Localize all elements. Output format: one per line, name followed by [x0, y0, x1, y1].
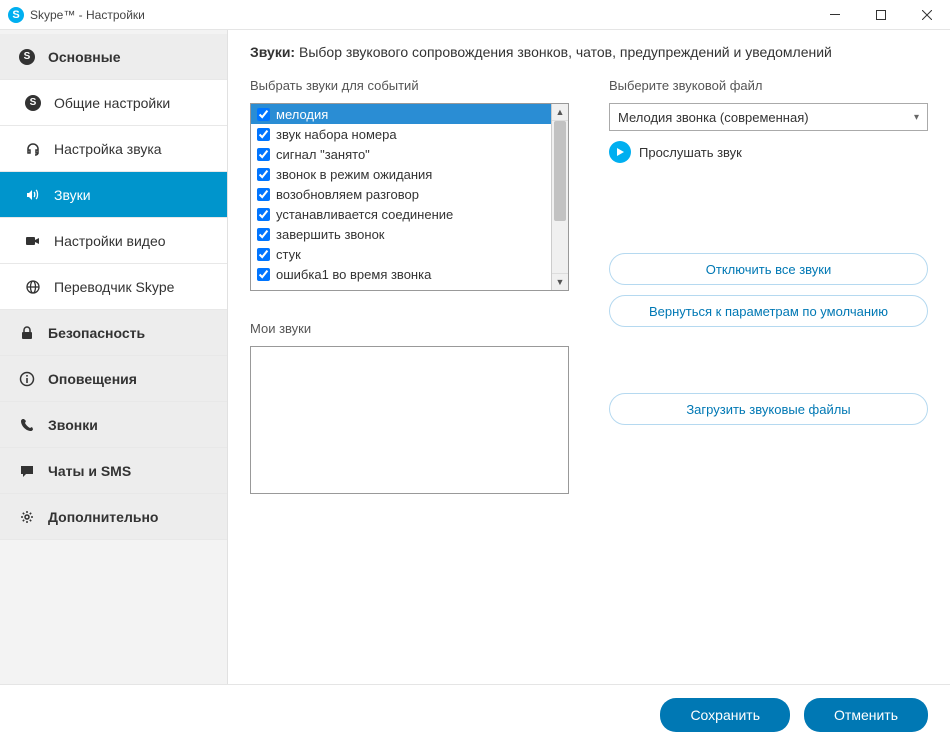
chevron-down-icon: ▾	[914, 112, 919, 123]
events-listbox[interactable]: мелодия звук набора номера сигнал "занято"…	[250, 103, 569, 291]
scroll-up-icon[interactable]: ▲	[552, 104, 568, 121]
events-label: Выбрать звуки для событий	[250, 78, 569, 93]
page-title-bold: Звуки:	[250, 44, 295, 60]
lock-icon	[18, 325, 36, 341]
event-label: звонок в режим ожидания	[276, 167, 432, 182]
minimize-icon	[830, 14, 840, 15]
my-sounds-listbox[interactable]	[250, 346, 569, 494]
soundfile-label: Выберите звуковой файл	[609, 78, 928, 93]
my-sounds-label: Мои звуки	[250, 321, 569, 336]
event-label: ошибка1 во время звонка	[276, 267, 431, 282]
sidebar: S Основные S Общие настройки Настройка звука…	[0, 30, 228, 684]
upload-sounds-button[interactable]: Загрузить звуковые файлы	[609, 393, 928, 425]
maximize-icon	[876, 10, 886, 20]
sidebar-item-label: Дополнительно	[48, 509, 158, 525]
skype-icon: S	[24, 95, 42, 111]
sidebar-item-9[interactable]: Чаты и SMS	[0, 448, 227, 494]
reset-defaults-button[interactable]: Вернуться к параметрам по умолчанию	[609, 295, 928, 327]
event-row[interactable]: мелодия	[251, 104, 551, 124]
close-icon	[922, 10, 932, 20]
sidebar-item-label: Общие настройки	[54, 95, 170, 111]
window-controls	[812, 0, 950, 30]
event-label: сигнал "занято"	[276, 147, 370, 162]
phone-icon	[18, 417, 36, 433]
dropdown-value: Мелодия звонка (современная)	[618, 110, 809, 125]
minimize-button[interactable]	[812, 0, 858, 30]
event-label: возобновляем разговор	[276, 187, 419, 202]
sidebar-item-label: Настройки видео	[54, 233, 166, 249]
save-button[interactable]: Сохранить	[660, 698, 790, 732]
sidebar-item-0[interactable]: S Основные	[0, 34, 227, 80]
sidebar-item-label: Звонки	[48, 417, 98, 433]
camera-icon	[24, 233, 42, 249]
chat-icon	[18, 463, 36, 479]
skype-icon: S	[8, 7, 24, 23]
event-checkbox[interactable]	[257, 148, 270, 161]
sidebar-item-3[interactable]: Звуки	[0, 172, 227, 218]
cancel-button[interactable]: Отменить	[804, 698, 928, 732]
event-label: звук набора номера	[276, 127, 397, 142]
scroll-down-icon[interactable]: ▼	[552, 273, 568, 290]
event-label: стук	[276, 247, 301, 262]
page-title-rest: Выбор звукового сопровождения звонков, ч…	[295, 44, 832, 60]
footer: Сохранить Отменить	[0, 684, 950, 744]
sidebar-item-2[interactable]: Настройка звука	[0, 126, 227, 172]
scroll-thumb[interactable]	[554, 121, 566, 221]
sidebar-item-6[interactable]: Безопасность	[0, 310, 227, 356]
globe-icon	[24, 279, 42, 295]
headset-icon	[24, 141, 42, 157]
skype-icon: S	[18, 49, 36, 65]
play-label: Прослушать звук	[639, 145, 742, 160]
event-row[interactable]: звук набора номера	[251, 124, 551, 144]
play-row: Прослушать звук	[609, 141, 928, 163]
page-title: Звуки: Выбор звукового сопровождения зво…	[250, 44, 928, 60]
window-title: Skype™ - Настройки	[30, 8, 145, 22]
event-row[interactable]: завершить звонок	[251, 224, 551, 244]
sidebar-item-label: Оповещения	[48, 371, 137, 387]
event-label: устанавливается соединение	[276, 207, 453, 222]
event-checkbox[interactable]	[257, 188, 270, 201]
event-checkbox[interactable]	[257, 208, 270, 221]
event-row[interactable]: ошибка1 во время звонка	[251, 264, 551, 284]
maximize-button[interactable]	[858, 0, 904, 30]
sidebar-item-1[interactable]: S Общие настройки	[0, 80, 227, 126]
info-icon	[18, 371, 36, 387]
event-checkbox[interactable]	[257, 268, 270, 281]
event-row[interactable]: сигнал "занято"	[251, 144, 551, 164]
sidebar-item-7[interactable]: Оповещения	[0, 356, 227, 402]
play-icon	[615, 147, 625, 157]
event-checkbox[interactable]	[257, 228, 270, 241]
event-row[interactable]: устанавливается соединение	[251, 204, 551, 224]
event-checkbox[interactable]	[257, 168, 270, 181]
event-row[interactable]: возобновляем разговор	[251, 184, 551, 204]
play-button[interactable]	[609, 141, 631, 163]
event-row[interactable]: стук	[251, 244, 551, 264]
sidebar-item-5[interactable]: Переводчик Skype	[0, 264, 227, 310]
sidebar-item-label: Звуки	[54, 187, 91, 203]
sidebar-item-label: Основные	[48, 49, 121, 65]
content-pane: Звуки: Выбор звукового сопровождения зво…	[228, 30, 950, 684]
scrollbar[interactable]: ▲ ▼	[551, 104, 568, 290]
sidebar-item-label: Безопасность	[48, 325, 145, 341]
event-label: завершить звонок	[276, 227, 385, 242]
event-checkbox[interactable]	[257, 128, 270, 141]
sidebar-item-10[interactable]: Дополнительно	[0, 494, 227, 540]
event-checkbox[interactable]	[257, 248, 270, 261]
speaker-icon	[24, 187, 42, 203]
sidebar-item-label: Настройка звука	[54, 141, 162, 157]
disable-all-button[interactable]: Отключить все звуки	[609, 253, 928, 285]
sidebar-item-label: Переводчик Skype	[54, 279, 174, 295]
sidebar-item-4[interactable]: Настройки видео	[0, 218, 227, 264]
event-row[interactable]: звонок в режим ожидания	[251, 164, 551, 184]
event-label: мелодия	[276, 107, 328, 122]
sidebar-item-label: Чаты и SMS	[48, 463, 131, 479]
event-checkbox[interactable]	[257, 108, 270, 121]
titlebar: S Skype™ - Настройки	[0, 0, 950, 30]
sidebar-item-8[interactable]: Звонки	[0, 402, 227, 448]
soundfile-dropdown[interactable]: Мелодия звонка (современная) ▾	[609, 103, 928, 131]
gear-icon	[18, 509, 36, 525]
close-button[interactable]	[904, 0, 950, 30]
